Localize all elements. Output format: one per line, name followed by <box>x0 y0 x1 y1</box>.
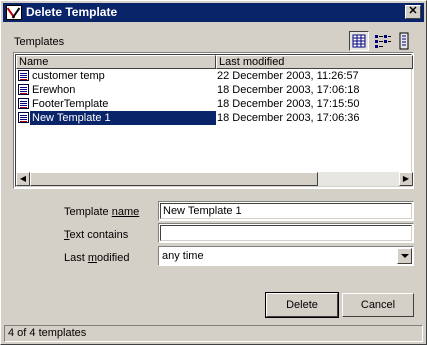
list-view-icon <box>375 35 391 48</box>
last-modified-value: any time <box>162 250 204 262</box>
list-item[interactable]: customer temp 22 December 2003, 11:26:57 <box>16 69 413 83</box>
title-bar[interactable]: Delete Template ✕ <box>3 3 424 22</box>
text-contains-field[interactable] <box>158 223 414 243</box>
template-icon <box>18 112 29 123</box>
list-item-name: New Template 1 <box>32 112 111 124</box>
status-bar: 4 of 4 templates <box>4 325 423 342</box>
close-icon: ✕ <box>408 5 418 17</box>
horizontal-scrollbar[interactable]: ◀ ▶ <box>16 172 413 186</box>
arrow-right-icon: ▶ <box>402 174 410 183</box>
list-item-modified: 22 December 2003, 11:26:57 <box>217 70 359 82</box>
template-name-label: Template name <box>64 206 140 218</box>
details-view-icon <box>352 34 366 48</box>
list-item-modified: 18 December 2003, 17:06:36 <box>217 112 360 124</box>
cancel-button[interactable]: Cancel <box>342 293 414 317</box>
list-item[interactable]: Erewhon 18 December 2003, 17:06:18 <box>16 83 413 97</box>
list-item-name: FooterTemplate <box>32 98 109 110</box>
template-icon <box>18 84 29 95</box>
template-icon <box>18 98 29 109</box>
list-item-selected[interactable]: New Template 1 18 December 2003, 17:06:3… <box>16 111 413 125</box>
details-view-button[interactable] <box>349 31 369 51</box>
scroll-right-button[interactable]: ▶ <box>399 172 413 186</box>
list-item-modified: 18 December 2003, 17:15:50 <box>217 98 360 110</box>
large-icon-view-button[interactable] <box>396 31 412 51</box>
templates-label: Templates <box>14 36 65 48</box>
list-item[interactable]: FooterTemplate 18 December 2003, 17:15:5… <box>16 97 413 111</box>
column-header-last-modified[interactable]: Last modified <box>216 55 413 69</box>
close-button[interactable]: ✕ <box>405 5 421 19</box>
window-title: Delete Template <box>26 5 118 19</box>
chevron-down-icon[interactable] <box>397 248 412 264</box>
last-modified-label: Last modified <box>64 252 130 264</box>
app-icon <box>6 5 22 20</box>
template-name-input[interactable] <box>160 203 412 219</box>
column-header-name[interactable]: Name <box>16 55 216 69</box>
delete-button[interactable]: Delete <box>265 292 339 318</box>
scroll-thumb[interactable] <box>30 172 318 186</box>
arrow-left-icon: ◀ <box>19 174 27 183</box>
list-view-button[interactable] <box>373 31 393 51</box>
text-contains-input[interactable] <box>160 225 412 241</box>
text-contains-label: Text contains <box>64 229 129 241</box>
last-modified-select[interactable]: any time <box>158 246 414 266</box>
scroll-left-button[interactable]: ◀ <box>16 172 30 186</box>
templates-list[interactable]: Name Last modified customer temp 22 Dece… <box>13 52 414 189</box>
list-item-name: Erewhon <box>32 84 76 96</box>
template-name-field[interactable] <box>158 201 414 221</box>
large-icon-view-icon <box>399 32 409 50</box>
list-item-modified: 18 December 2003, 17:06:18 <box>217 84 360 96</box>
delete-template-dialog: Delete Template ✕ Templates Name Last mo… <box>0 0 427 345</box>
list-item-name: customer temp <box>32 70 105 82</box>
template-icon <box>18 70 29 81</box>
